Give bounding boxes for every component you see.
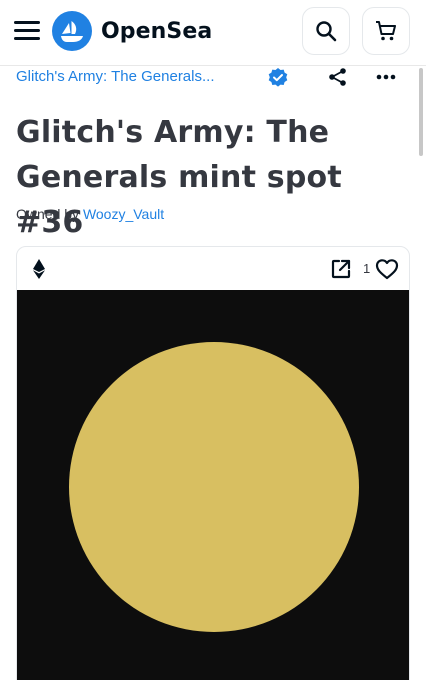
cart-icon — [376, 21, 396, 41]
more-icon[interactable] — [374, 66, 398, 88]
open-external-icon[interactable] — [331, 259, 351, 279]
card-toolbar: 1 — [17, 247, 409, 290]
verified-badge-icon — [268, 68, 288, 87]
collection-link[interactable]: Glitch's Army: The Generals... — [16, 68, 246, 85]
brand-name: OpenSea — [101, 18, 213, 44]
heart-icon[interactable] — [375, 258, 399, 280]
ethereum-icon — [33, 259, 45, 279]
cart-button[interactable] — [362, 7, 410, 55]
scrollbar-thumb[interactable] — [419, 68, 423, 156]
share-icon[interactable] — [327, 66, 349, 88]
opensea-logo-icon — [52, 11, 92, 51]
item-media-card: 1 — [16, 246, 410, 680]
item-title: Glitch's Army: The Generals mint spot #3… — [16, 115, 342, 240]
menu-icon[interactable] — [14, 18, 42, 42]
owner-line: Owned by Woozy_Vault — [16, 206, 164, 222]
search-icon — [316, 21, 337, 42]
collection-row: Glitch's Army: The Generals... — [0, 66, 426, 92]
opensea-logo[interactable]: OpenSea — [52, 11, 212, 51]
owner-prefix: Owned by — [16, 206, 80, 222]
search-button[interactable] — [302, 7, 350, 55]
owner-link[interactable]: Woozy_Vault — [83, 206, 164, 222]
favorites-count: 1 — [363, 261, 371, 276]
yellow-circle-artwork — [69, 342, 359, 632]
item-page: OpenSea Glitch's Army: The Generals... G… — [0, 0, 426, 680]
nft-image[interactable] — [17, 290, 409, 680]
top-nav: OpenSea — [0, 0, 426, 66]
